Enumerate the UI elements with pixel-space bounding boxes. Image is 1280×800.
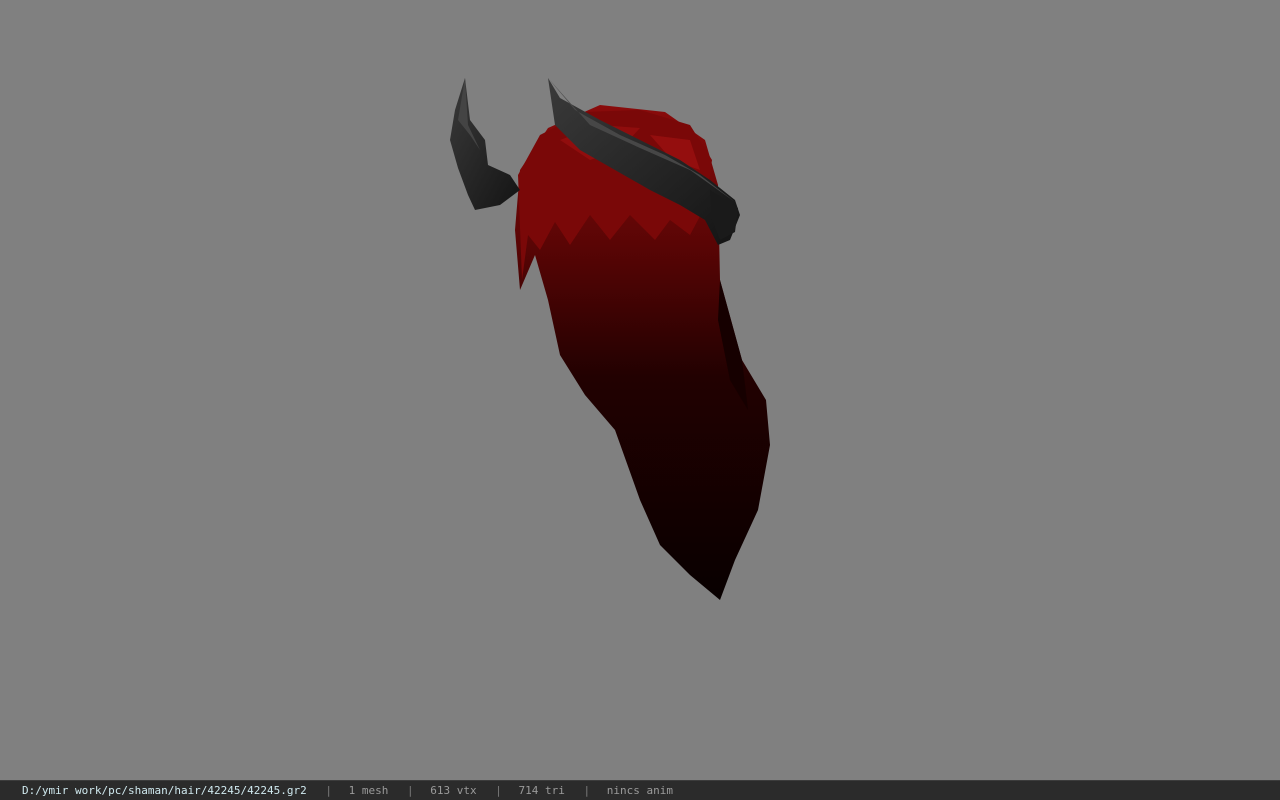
file-path-label: D:/ymir work/pc/shaman/hair/42245/42245.… [22, 784, 307, 797]
mesh-count-label: 1 mesh [348, 784, 389, 797]
model-viewer-window: D:/ymir work/pc/shaman/hair/42245/42245.… [0, 0, 1280, 800]
triangle-count-label: 714 tri [518, 784, 565, 797]
status-separator: | [407, 784, 414, 797]
status-separator: | [495, 784, 502, 797]
status-separator: | [583, 784, 591, 797]
animation-status-label: nincs anim [606, 784, 673, 797]
model-render [450, 78, 770, 600]
3d-viewport[interactable] [0, 0, 1280, 780]
status-bar: D:/ymir work/pc/shaman/hair/42245/42245.… [0, 780, 1280, 800]
vertex-count-label: 613 vtx [430, 784, 477, 797]
status-separator: | [325, 784, 333, 797]
left-wing-ornament [450, 78, 520, 210]
